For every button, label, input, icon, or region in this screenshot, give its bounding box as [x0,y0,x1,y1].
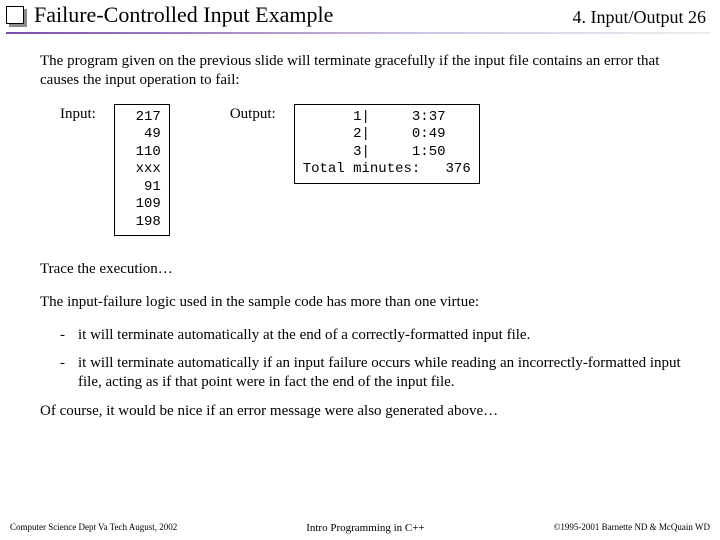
trace-text: Trace the execution… [40,260,700,279]
list-item: it will terminate automatically if an in… [60,354,700,392]
footer-left: Computer Science Dept Va Tech August, 20… [10,522,177,534]
input-label: Input: [60,104,96,123]
slide-footer: Computer Science Dept Va Tech August, 20… [0,522,720,536]
output-label: Output: [230,104,276,123]
header-bullet-icon [6,6,24,24]
list-item: it will terminate automatically at the e… [60,326,700,345]
section-page: 4. Input/Output 26 [573,7,711,28]
slide-title: Failure-Controlled Input Example [34,2,573,28]
virtue-intro: The input-failure logic used in the samp… [40,293,700,312]
io-row: Input: 217 49 110 xxx 91 109 198 Output:… [60,104,700,237]
input-box: 217 49 110 xxx 91 109 198 [114,104,170,237]
footer-center: Intro Programming in C++ [306,522,424,534]
intro-text: The program given on the previous slide … [40,52,700,90]
closing-text: Of course, it would be nice if an error … [40,402,700,421]
output-box: 1| 3:37 2| 0:49 3| 1:50 Total minutes: 3… [294,104,480,184]
slide-header: Failure-Controlled Input Example 4. Inpu… [0,0,720,30]
slide-body: The program given on the previous slide … [0,34,720,421]
virtue-list: it will terminate automatically at the e… [40,326,700,392]
footer-right: ©1995-2001 Barnette ND & McQuain WD [554,522,710,534]
